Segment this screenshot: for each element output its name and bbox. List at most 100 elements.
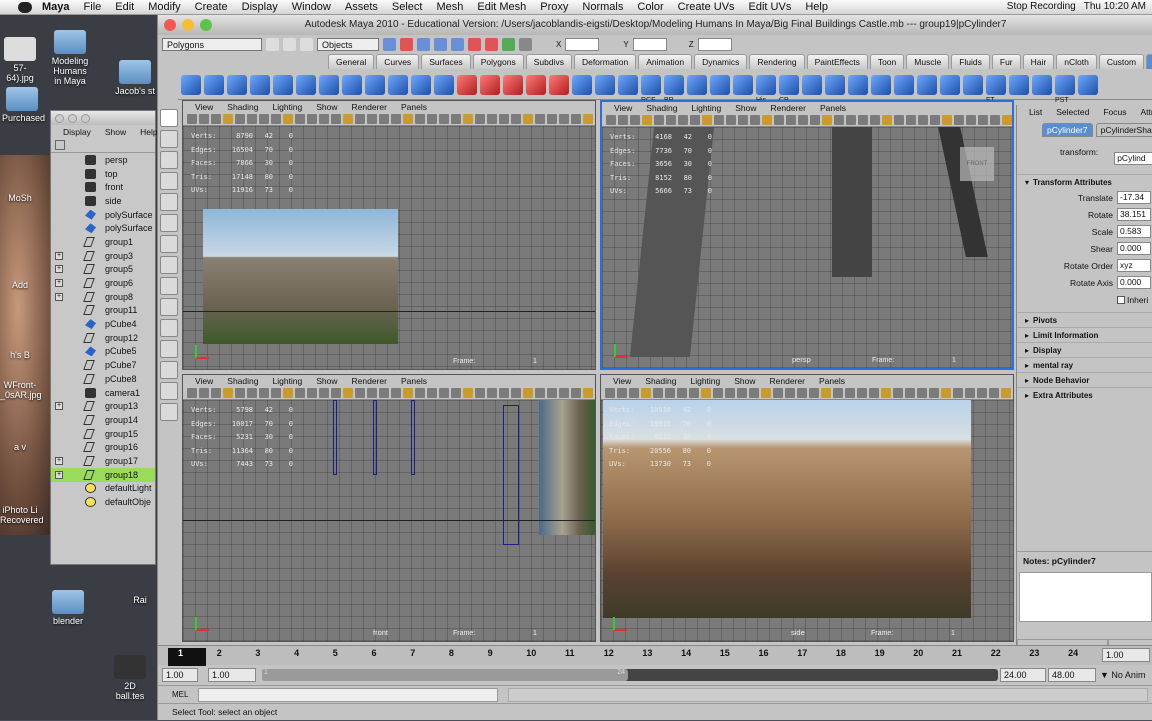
panel-menu-item[interactable]: View [195,101,213,113]
shelf-tool-icon[interactable] [411,74,431,95]
desktop-icon-label[interactable]: Add [0,280,40,290]
panel-toolbar-icon[interactable] [678,115,688,125]
menu-edit-uvs[interactable]: Edit UVs [749,1,792,13]
panel-toolbar-icon[interactable] [415,114,425,124]
shelf-tool-icon[interactable] [434,74,454,95]
wireframe-geometry[interactable] [411,400,415,475]
panel-toolbar-icon[interactable] [235,388,245,398]
shelf-tab[interactable]: Toon [869,54,905,69]
panel-toolbar-icon[interactable] [882,115,892,125]
panel-toolbar-icon[interactable] [714,115,724,125]
panel-toolbar-icon[interactable] [869,388,879,398]
panel-toolbar-icon[interactable] [523,114,533,124]
shelf-tab[interactable]: nCloth [1056,54,1097,69]
attr-section[interactable]: mental ray [1017,357,1152,372]
panel-toolbar-icon[interactable] [665,388,675,398]
attr-field[interactable]: 0.000 [1117,276,1151,289]
panel-toolbar-icon[interactable] [415,388,425,398]
panel-toolbar-icon[interactable] [559,114,569,124]
shelf-tool-icon[interactable] [871,74,891,95]
panel-toolbar-icon[interactable] [259,388,269,398]
snap-point-icon[interactable] [451,37,464,51]
panel-toolbar-icon[interactable] [571,114,581,124]
panel-toolbar-icon[interactable] [917,388,927,398]
panel-toolbar-icon[interactable] [499,114,509,124]
attr-section[interactable]: Node Behavior [1017,372,1152,387]
panel-toolbar-icon[interactable] [990,115,1000,125]
viewport-side[interactable]: View Shading Lighting Show Renderer Panels Ver… [600,374,1014,642]
panel-toolbar-icon[interactable] [463,388,473,398]
panel-menu-item[interactable]: Shading [645,375,676,387]
panel-toolbar-icon[interactable] [295,114,305,124]
shelf-tab[interactable]: Subdivs [525,54,572,69]
shelf-tool-icon[interactable] [273,74,293,95]
menu-normals[interactable]: Normals [582,1,623,13]
expand-icon[interactable]: + [55,470,63,479]
attr-field[interactable]: -17.34 [1117,191,1151,204]
shelf-tab[interactable]: Custom [1098,54,1145,69]
mel-input[interactable] [198,688,498,702]
outliner-menu-display[interactable]: Display [63,127,91,137]
viewport-front[interactable]: View Shading Lighting Show Renderer Panels Ver… [182,374,596,642]
expand-icon[interactable]: + [55,279,63,288]
outliner-item[interactable]: + group17 [51,454,155,468]
menu-edit[interactable]: Edit [115,1,134,13]
panel-toolbar-icon[interactable] [187,114,197,124]
panel-menu-item[interactable]: Renderer [352,101,387,113]
menu-create-uvs[interactable]: Create UVs [678,1,735,13]
attr-menu-focus[interactable]: Focus [1103,105,1126,119]
desktop-icon-label[interactable]: iPhoto Li Recovered [0,505,44,525]
panel-toolbar-icon[interactable] [247,388,257,398]
expand-icon[interactable]: + [55,265,63,274]
viewport-top[interactable]: View Shading Lighting Show Renderer Panels Ver… [182,100,596,370]
show-manip-icon[interactable] [160,277,178,295]
panel-menu-item[interactable]: Shading [646,102,677,114]
panel-menu-item[interactable]: Lighting [690,375,720,387]
menuset-dropdown[interactable]: Polygons [162,37,262,51]
outliner-item[interactable]: front [51,180,155,194]
attr-section[interactable]: Limit Information [1017,327,1152,342]
panel-toolbar-icon[interactable] [762,115,772,125]
panel-toolbar-icon[interactable] [629,388,639,398]
panel-toolbar-icon[interactable] [223,388,233,398]
shelf-tool-icon[interactable]: CP [779,74,799,104]
view-cube[interactable]: FRONT [960,147,994,181]
panel-toolbar-icon[interactable] [391,114,401,124]
move-tool-icon[interactable] [160,172,178,190]
outliner-item[interactable]: defaultObje [51,495,155,509]
shelf-tool-icon[interactable] [618,74,638,95]
panel-toolbar-icon[interactable] [223,114,233,124]
panel-toolbar-icon[interactable] [355,114,365,124]
panel-toolbar-icon[interactable] [773,388,783,398]
shelf-tool-icon[interactable]: BR [664,74,684,104]
layout-four-icon[interactable] [160,319,178,337]
shelf-tool-icon[interactable] [365,74,385,95]
select-tool-icon[interactable] [160,109,178,127]
shelf-tool-icon[interactable] [825,74,845,95]
panel-toolbar-icon[interactable] [319,388,329,398]
expand-icon[interactable]: + [55,292,63,301]
desktop-icon-label[interactable]: h's B [0,350,40,360]
outliner-item[interactable]: + group18 [51,467,155,482]
outliner-item[interactable]: polySurface [51,208,155,222]
section-transform-attributes[interactable]: Transform Attributes [1017,174,1152,189]
panel-menu-item[interactable]: Panels [401,375,427,387]
panel-toolbar-icon[interactable] [331,388,341,398]
attr-menu-selected[interactable]: Selected [1056,105,1089,119]
panel-toolbar-icon[interactable] [930,115,940,125]
panel-toolbar-icon[interactable] [427,388,437,398]
shelf-tab[interactable]: Curves [376,54,420,69]
shelf-tool-icon[interactable] [227,74,247,95]
panel-toolbar-icon[interactable] [641,388,651,398]
panel-toolbar-icon[interactable] [821,388,831,398]
panel-toolbar-icon[interactable] [283,388,293,398]
shelf-tab[interactable]: Dynamics [694,54,748,69]
outliner-item[interactable]: persp [51,153,155,167]
open-scene-icon[interactable] [283,37,296,51]
panel-toolbar-icon[interactable] [810,115,820,125]
panel-menu-item[interactable]: View [195,375,213,387]
close-icon[interactable] [164,19,176,31]
menu-edit-mesh[interactable]: Edit Mesh [477,1,526,13]
outliner-item[interactable]: + group5 [51,263,155,277]
menu-file[interactable]: File [84,1,102,13]
